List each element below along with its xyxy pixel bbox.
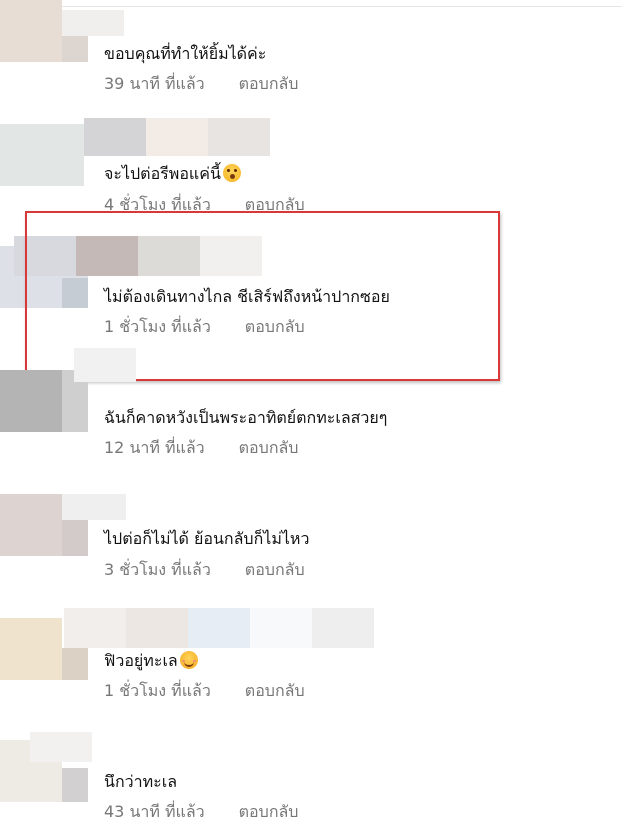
timestamp: 39 นาที ที่แล้ว (104, 74, 205, 93)
avatar-blur (208, 118, 270, 156)
avatar-blur (62, 10, 124, 36)
avatar (0, 124, 84, 186)
avatar-blur (62, 36, 88, 62)
comment-text-content: ฟิวอยู่ทะเล (104, 651, 178, 670)
reply-button[interactable]: ตอบกลับ (239, 802, 299, 822)
comment-meta: 3 ชั่วโมง ที่แล้ว ตอบกลับ (104, 560, 305, 580)
comment-text: นึกว่าทะเล (104, 772, 178, 791)
timestamp: 3 ชั่วโมง ที่แล้ว (104, 560, 211, 579)
comment-text: ฟิวอยู่ทะเล (104, 651, 198, 671)
avatar-blur (74, 348, 136, 382)
comment-text: ฉันก็คาดหวังเป็นพระอาทิตย์ตกทะเลสวยๆ (104, 408, 388, 427)
smiling-face-emoji-icon (179, 651, 198, 669)
avatar-blur (84, 118, 146, 156)
comment-meta: 1 ชั่วโมง ที่แล้ว ตอบกลับ (104, 681, 305, 701)
reply-button[interactable]: ตอบกลับ (245, 560, 305, 580)
comment-text: ไปต่อก็ไม่ได้ ย้อนกลับก็ไม่ไหว (104, 529, 310, 548)
timestamp: 12 นาที ที่แล้ว (104, 438, 205, 457)
avatar (0, 618, 62, 680)
avatar-blur (64, 608, 126, 648)
reply-button[interactable]: ตอบกลับ (239, 438, 299, 458)
divider (0, 6, 622, 7)
avatar (0, 494, 62, 556)
timestamp: 1 ชั่วโมง ที่แล้ว (104, 681, 211, 700)
comment-text: จะไปต่อรีพอแค่นี้ (104, 164, 241, 184)
reply-button[interactable]: ตอบกลับ (245, 681, 305, 701)
avatar-blur (62, 494, 126, 520)
avatar-blur (30, 732, 92, 762)
avatar-blur (62, 648, 88, 680)
shocked-face-emoji-icon (222, 164, 241, 182)
comment-meta: 39 นาที ที่แล้ว ตอบกลับ (104, 74, 298, 94)
avatar (0, 0, 62, 62)
timestamp: 43 นาที ที่แล้ว (104, 802, 205, 821)
avatar-blur (312, 608, 374, 648)
reply-button[interactable]: ตอบกลับ (239, 74, 299, 94)
avatar (0, 370, 62, 432)
avatar-blur (146, 118, 208, 156)
avatar-blur (126, 608, 188, 648)
comment-feed: ขอบคุณที่ทำให้ยิ้มได้ค่ะ 39 นาที ที่แล้ว… (0, 0, 622, 827)
avatar-blur (62, 520, 88, 556)
comment-meta: 12 นาที ที่แล้ว ตอบกลับ (104, 438, 298, 458)
avatar-blur (250, 608, 312, 648)
avatar-blur (62, 768, 88, 802)
avatar-blur (188, 608, 250, 648)
comment-meta: 43 นาที ที่แล้ว ตอบกลับ (104, 802, 298, 822)
comment-text: ขอบคุณที่ทำให้ยิ้มได้ค่ะ (104, 44, 267, 63)
comment-text-content: จะไปต่อรีพอแค่นี้ (104, 164, 221, 183)
